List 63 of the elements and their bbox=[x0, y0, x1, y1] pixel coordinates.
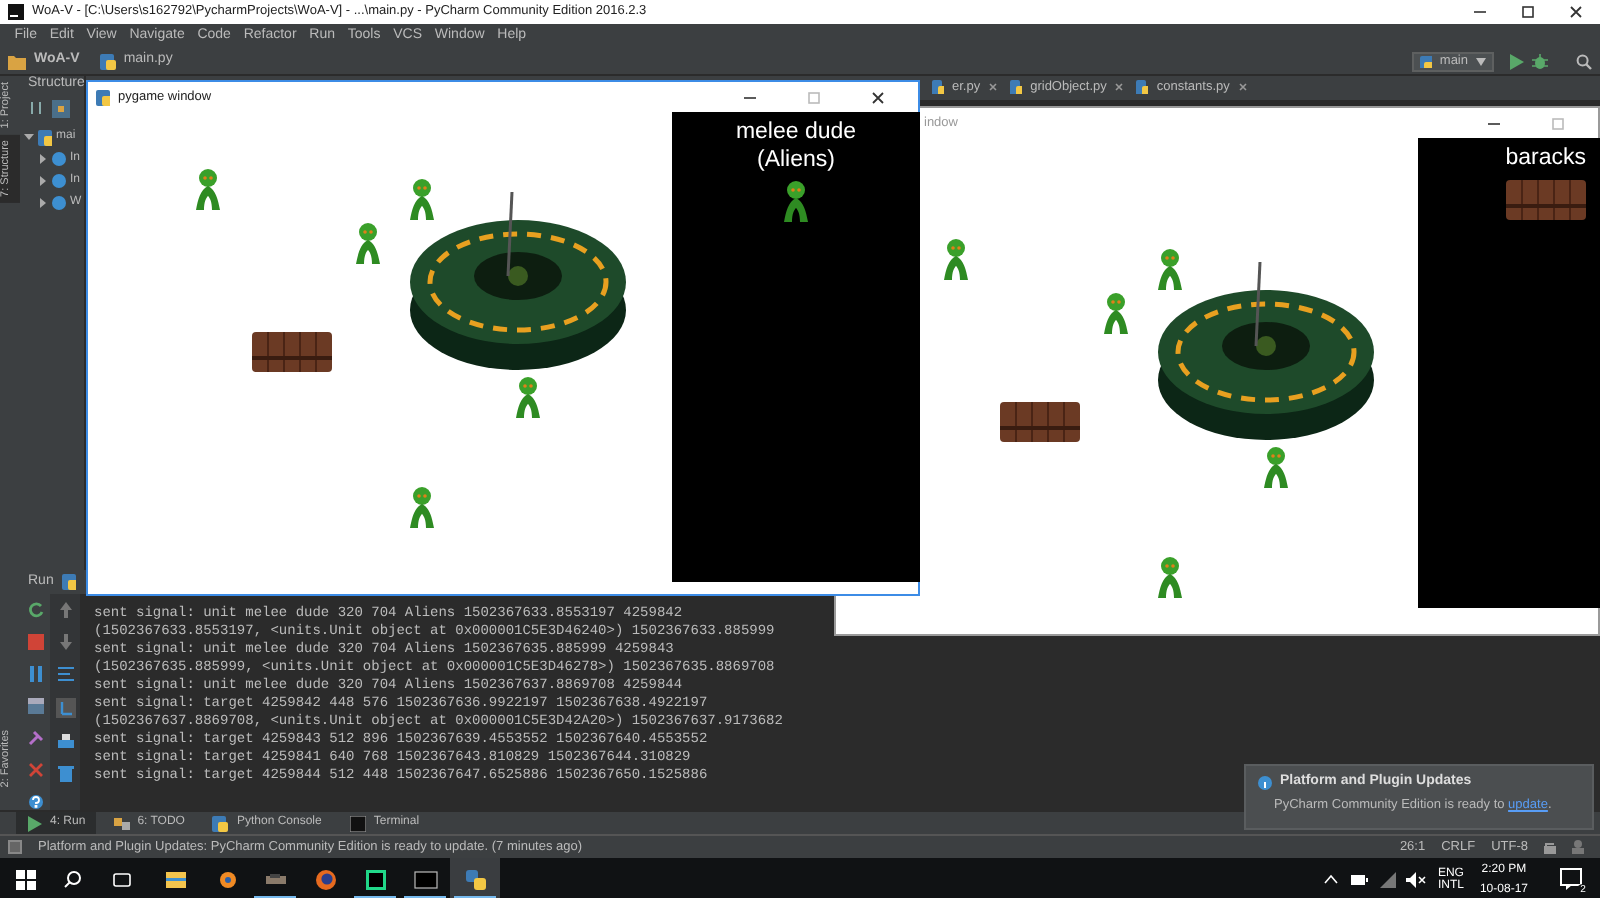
python-file-icon bbox=[61, 574, 76, 590]
windows-start-icon[interactable] bbox=[16, 869, 36, 889]
barracks-sprite bbox=[1506, 179, 1586, 220]
run-icon[interactable] bbox=[1508, 53, 1524, 69]
down-arrow-icon[interactable] bbox=[57, 634, 73, 650]
chevron-up-icon[interactable] bbox=[1323, 874, 1338, 884]
lock-icon[interactable] bbox=[1544, 841, 1556, 853]
python-file-icon bbox=[1136, 80, 1149, 95]
scroll-to-end-icon[interactable] bbox=[55, 698, 75, 718]
bug-icon[interactable] bbox=[1532, 53, 1548, 69]
up-arrow-icon[interactable] bbox=[57, 602, 73, 618]
collapsed-arrow-icon[interactable] bbox=[38, 176, 48, 187]
print-icon[interactable] bbox=[57, 734, 73, 750]
collapsed-arrow-icon[interactable] bbox=[38, 198, 48, 209]
python-file-icon bbox=[1010, 80, 1023, 95]
barracks-sprite bbox=[1000, 401, 1080, 443]
python-icon bbox=[96, 89, 110, 105]
collapsed-arrow-icon[interactable] bbox=[38, 154, 48, 165]
task-view-icon[interactable] bbox=[112, 871, 132, 887]
alien-sprite bbox=[410, 487, 434, 528]
python-file-icon bbox=[1419, 55, 1432, 67]
python-file-icon bbox=[38, 129, 52, 146]
info-label: (Aliens) bbox=[755, 147, 837, 176]
taskbar-app-button[interactable] bbox=[450, 858, 500, 898]
pycharm-icon bbox=[363, 867, 387, 891]
alien-sprite bbox=[516, 377, 540, 418]
python-file-icon bbox=[99, 53, 116, 69]
python-file-icon bbox=[932, 80, 944, 95]
todo-icon bbox=[113, 815, 130, 831]
alien-sprite bbox=[1158, 557, 1182, 598]
alien-sprite bbox=[196, 169, 220, 210]
signal-icon[interactable] bbox=[1379, 871, 1396, 887]
console-icon bbox=[212, 815, 229, 831]
barracks-sprite bbox=[252, 331, 332, 373]
trash-icon[interactable] bbox=[57, 766, 73, 782]
alien-sprite bbox=[1264, 447, 1288, 488]
maximize-icon[interactable] bbox=[1520, 4, 1536, 20]
volume-muted-icon[interactable] bbox=[1405, 871, 1426, 887]
rerun-icon[interactable] bbox=[27, 602, 43, 618]
alien-sprite bbox=[356, 223, 380, 264]
alien-sprite bbox=[1158, 249, 1182, 290]
alien-sprite bbox=[410, 179, 434, 220]
close-icon[interactable] bbox=[870, 89, 886, 105]
wrap-lines-icon[interactable] bbox=[57, 666, 73, 682]
expanded-arrow-icon[interactable] bbox=[24, 132, 34, 143]
pin-icon[interactable] bbox=[27, 730, 43, 746]
python-icon bbox=[463, 867, 487, 891]
caret-icon bbox=[1476, 57, 1486, 65]
battery-icon[interactable] bbox=[1349, 873, 1368, 885]
alien-sprite bbox=[1104, 293, 1128, 334]
alien-sprite bbox=[944, 239, 968, 280]
firefox-icon bbox=[313, 867, 337, 891]
close-icon[interactable] bbox=[1568, 4, 1584, 20]
info-icon bbox=[1258, 775, 1272, 790]
explorer-icon bbox=[163, 867, 187, 891]
pause-icon[interactable] bbox=[27, 666, 43, 682]
alien-sprite bbox=[780, 179, 812, 224]
info-label: melee dude bbox=[733, 120, 859, 148]
folder-icon bbox=[8, 53, 26, 69]
notification-icon bbox=[1560, 867, 1584, 891]
info-label: baracks bbox=[1503, 146, 1586, 174]
terminal-icon bbox=[413, 867, 437, 891]
help-icon[interactable] bbox=[27, 794, 43, 810]
